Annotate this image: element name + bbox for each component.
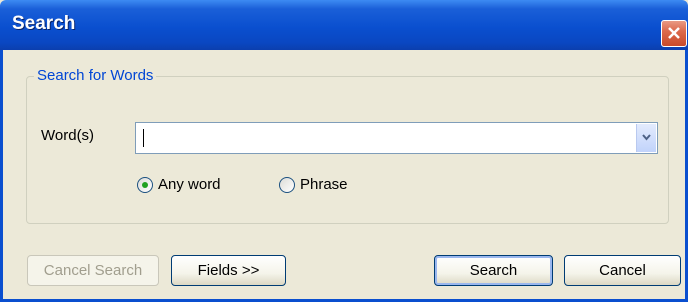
radio-phrase[interactable]: Phrase bbox=[279, 176, 369, 196]
group-legend: Search for Words bbox=[34, 67, 157, 84]
cancel-button[interactable]: Cancel bbox=[564, 255, 681, 286]
dropdown-button[interactable] bbox=[636, 124, 656, 152]
title-bar[interactable]: Search bbox=[0, 0, 688, 50]
cancel-search-button[interactable]: Cancel Search bbox=[27, 255, 159, 286]
search-button[interactable]: Search bbox=[434, 255, 553, 286]
window-title: Search bbox=[12, 13, 76, 34]
radio-button[interactable] bbox=[279, 177, 295, 193]
radio-label[interactable]: Phrase bbox=[300, 176, 348, 193]
text-caret bbox=[143, 129, 144, 147]
close-button[interactable] bbox=[661, 20, 687, 47]
search-dialog: Search Search for Words Word(s) Any word… bbox=[0, 0, 688, 302]
close-icon bbox=[668, 27, 680, 39]
chevron-down-icon bbox=[642, 134, 651, 141]
radio-label[interactable]: Any word bbox=[158, 176, 221, 193]
words-combobox[interactable] bbox=[135, 122, 658, 154]
window-frame-left bbox=[0, 50, 3, 302]
words-label: Word(s) bbox=[41, 127, 95, 144]
radio-any-word[interactable]: Any word bbox=[137, 176, 247, 196]
radio-selected-dot bbox=[142, 182, 148, 188]
fields-button[interactable]: Fields >> bbox=[171, 255, 286, 286]
radio-button[interactable] bbox=[137, 177, 153, 193]
